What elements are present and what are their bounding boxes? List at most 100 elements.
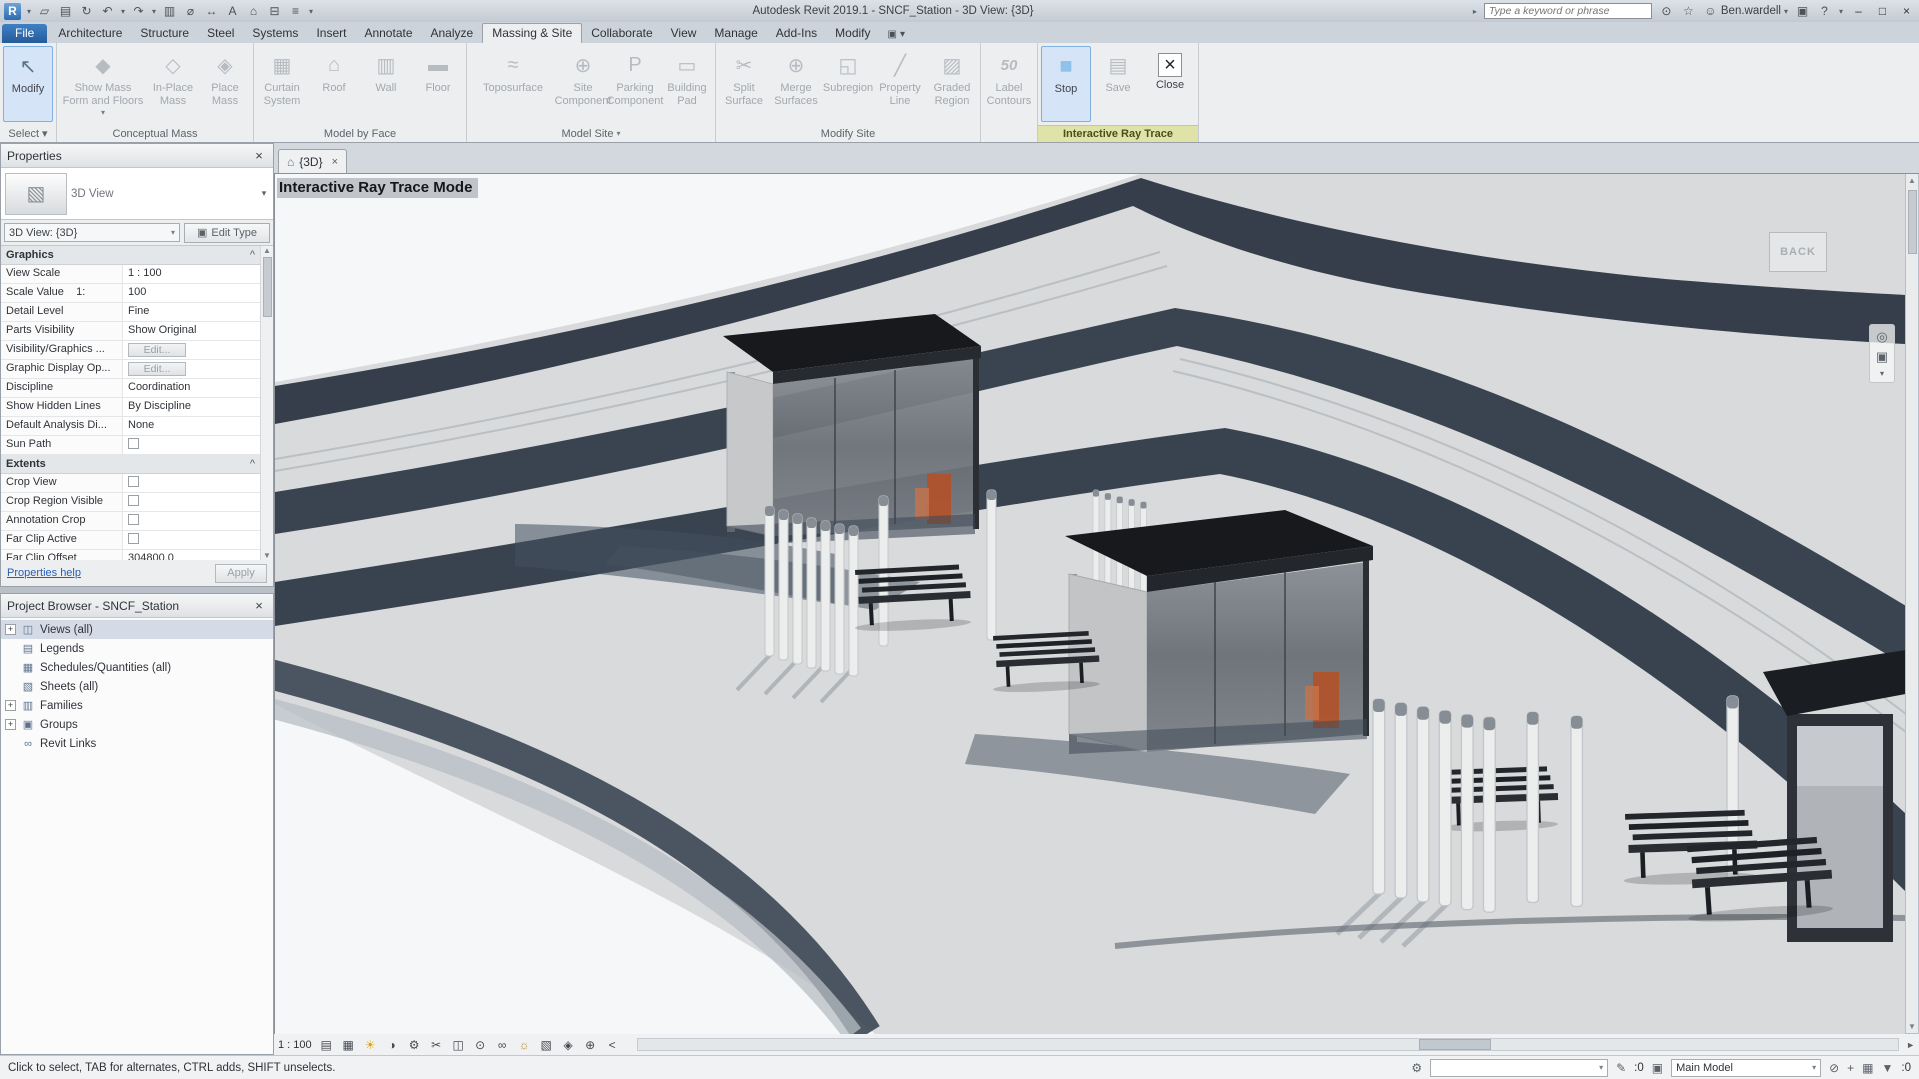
measure-icon[interactable]: ⌀ [183,4,198,18]
exclude-options-icon[interactable]: ⊘ [1829,1061,1839,1075]
tab-manage[interactable]: Manage [705,24,766,43]
search-input[interactable] [1484,3,1652,19]
3d-viewport-canvas[interactable]: Interactive Ray Trace Mode BACK ◎ ▣ ▾ [274,174,1905,1034]
temporary-view-properties-icon[interactable]: ▧ [539,1038,554,1052]
tab-view[interactable]: View [662,24,706,43]
navigation-bar[interactable]: ◎ ▣ ▾ [1869,324,1895,383]
subregion-button[interactable]: ◱ Subregion [823,46,873,122]
tab-steel[interactable]: Steel [198,24,243,43]
ribbon-display-icon[interactable]: ▣ [888,29,897,40]
workset-combo[interactable]: ▾ [1430,1059,1608,1077]
prop-annotation-crop-checkbox[interactable] [123,512,260,530]
tree-item-schedules[interactable]: ▦ Schedules/Quantities (all) [1,658,273,677]
prop-crop-view-checkbox[interactable] [123,474,260,492]
qat-overflow-icon[interactable]: ▸ [1473,7,1477,16]
ribbon-display-caret-icon[interactable]: ▾ [900,29,905,40]
show-analytical-model-icon[interactable]: ◈ [561,1038,576,1052]
view-instance-combo[interactable]: 3D View: {3D} ▾ [4,223,180,242]
toposurface-button[interactable]: ≈ Toposurface [470,46,556,122]
design-options-icon[interactable]: ▣ [1652,1061,1663,1075]
aligned-dimension-icon[interactable]: ↔ [204,4,219,18]
help-icon[interactable]: ? [1817,4,1832,18]
panel-label-conceptual-mass[interactable]: Conceptual Mass [57,125,253,142]
model-site-dialog-icon[interactable]: ▾ [616,129,620,138]
tab-architecture[interactable]: Architecture [49,24,131,43]
scrollbar-thumb[interactable] [1419,1039,1491,1050]
prop-sun-path-checkbox[interactable] [123,436,260,454]
building-pad-button[interactable]: ▭ Building Pad [662,46,712,122]
app-menu-caret-icon[interactable]: ▾ [27,7,31,16]
undo-icon[interactable]: ↶ [100,4,115,18]
tree-item-sheets[interactable]: ▧ Sheets (all) [1,677,273,696]
redo-caret-icon[interactable]: ▾ [152,7,156,16]
print-icon[interactable]: ▥ [162,4,177,18]
text-icon[interactable]: A [225,4,240,18]
tree-item-views[interactable]: + ◫ Views (all) [1,620,273,639]
shadows-icon[interactable]: ◑ [385,1038,400,1052]
viewport-horizontal-scrollbar[interactable] [637,1038,1899,1051]
expand-icon[interactable]: + [5,624,16,635]
navbar-caret-icon[interactable]: ▾ [1880,369,1884,378]
label-contours-button[interactable]: 50 Label Contours [984,46,1034,122]
signin-area[interactable]: ☺ Ben.wardell ▾ [1703,4,1788,18]
design-option-combo[interactable]: Main Model ▾ [1671,1059,1821,1077]
tab-collaborate[interactable]: Collaborate [582,24,661,43]
show-rendering-dialog-icon[interactable]: ⚙ [407,1038,422,1052]
panel-label-model-site[interactable]: Model Site ▾ [467,125,715,142]
tab-modify[interactable]: Modify [826,24,879,43]
stop-button[interactable]: ■ Stop [1041,46,1091,122]
prop-crop-region-checkbox[interactable] [123,493,260,511]
open-icon[interactable]: ▱ [37,4,52,18]
site-component-button[interactable]: ⊕ Site Component [558,46,608,122]
editing-requests-icon[interactable]: ✎ [1616,1061,1626,1075]
tab-systems[interactable]: Systems [243,24,307,43]
temporary-hide-isolate-icon[interactable]: ∞ [495,1038,510,1052]
close-button[interactable]: × [1898,4,1915,18]
view-scale-control[interactable]: 1 : 100 [278,1039,312,1051]
tab-close-icon[interactable]: × [332,156,338,168]
minimize-button[interactable]: – [1850,4,1867,18]
prop-far-clip-checkbox[interactable] [123,531,260,549]
worksets-icon[interactable]: ⚙ [1411,1061,1422,1075]
split-surface-button[interactable]: ✂ Split Surface [719,46,769,122]
properties-help-link[interactable]: Properties help [7,567,81,579]
tree-item-families[interactable]: + ▥ Families [1,696,273,715]
revit-logo-icon[interactable]: R [4,3,21,20]
property-line-button[interactable]: ╱ Property Line [875,46,925,122]
crop-view-icon[interactable]: ✂ [429,1038,444,1052]
edit-visibility-button[interactable]: Edit... [128,343,186,357]
detail-level-icon[interactable]: ▤ [319,1038,334,1052]
modify-button[interactable]: ↖ Modify [3,46,53,122]
maximize-button[interactable]: □ [1874,4,1891,18]
prop-far-clip-offset-value[interactable]: 304800.0 [123,550,260,560]
thin-lines-icon[interactable]: ≡ [288,4,303,18]
expand-icon[interactable]: + [5,719,16,730]
tab-addins[interactable]: Add-Ins [767,24,826,43]
properties-close-icon[interactable]: × [251,148,267,163]
wall-button[interactable]: ▥ Wall [361,46,411,122]
press-drag-icon[interactable]: + [1847,1061,1854,1075]
redo-icon[interactable]: ↷ [131,4,146,18]
panel-label-select[interactable]: Select ▾ [0,125,56,142]
favorites-star-icon[interactable]: ☆ [1681,4,1696,18]
scroll-up-icon[interactable]: ▲ [1908,174,1916,187]
tab-analyze[interactable]: Analyze [422,24,483,43]
help-caret-icon[interactable]: ▾ [1839,7,1843,16]
place-mass-button[interactable]: ◈ Place Mass [200,46,250,122]
tab-insert[interactable]: Insert [307,24,355,43]
tree-item-legends[interactable]: ▤ Legends [1,639,273,658]
prop-show-hidden-lines-value[interactable]: By Discipline [123,398,260,416]
group-collapse-icon[interactable]: ^ [250,458,255,470]
scrollbar-thumb[interactable] [1908,190,1917,254]
panel-label-model-by-face[interactable]: Model by Face [254,125,466,142]
prop-scale-value-value[interactable]: 100 [123,284,260,302]
prop-discipline-value[interactable]: Coordination [123,379,260,397]
save-render-button[interactable]: ▤ Save [1093,46,1143,122]
sun-path-icon[interactable]: ☀ [363,1038,378,1052]
default-3d-view-icon[interactable]: ⌂ [246,4,261,18]
floor-button[interactable]: ▬ Floor [413,46,463,122]
show-mass-button[interactable]: ◆ Show Mass Form and Floors ▾ [60,46,146,122]
close-ray-trace-button[interactable]: × Close [1145,46,1195,122]
viewcube[interactable]: BACK [1769,232,1827,272]
panel-label-modify-site[interactable]: Modify Site [716,125,980,142]
